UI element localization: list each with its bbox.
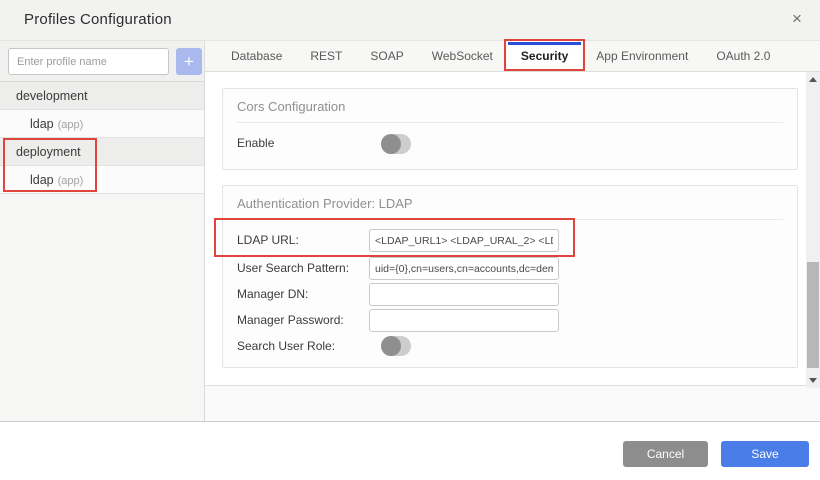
settings-tab-bar: Database REST SOAP WebSocket Security Ap…	[205, 41, 820, 72]
field-row-search-user-role: Search User Role:	[237, 335, 783, 358]
cancel-button[interactable]: Cancel	[623, 441, 708, 467]
add-profile-button[interactable]: +	[176, 48, 202, 75]
tab-security-label: Security	[521, 49, 568, 63]
tab-oauth[interactable]: OAuth 2.0	[702, 41, 784, 71]
profile-suffix: (app)	[58, 175, 84, 187]
manager-dn-label: Manager DN:	[237, 283, 308, 306]
tab-rest[interactable]: REST	[296, 41, 356, 71]
authentication-provider-card: Authentication Provider: LDAP LDAP URL: …	[222, 185, 798, 368]
toggle-knob	[381, 134, 401, 154]
dialog-titlebar: Profiles Configuration ×	[0, 0, 820, 41]
section-divider	[237, 219, 783, 220]
save-button[interactable]: Save	[721, 441, 809, 467]
scroll-up-icon[interactable]	[806, 74, 820, 86]
profile-label: ldap	[30, 117, 54, 131]
profile-add-bar: +	[0, 41, 204, 82]
cors-section-title: Cors Configuration	[223, 89, 797, 114]
profiles-sidebar: + development ldap (app) deployment ldap (…	[0, 41, 205, 421]
tab-database[interactable]: Database	[217, 41, 296, 71]
close-icon[interactable]: ×	[787, 9, 807, 29]
enable-label: Enable	[237, 133, 274, 153]
tab-security[interactable]: Security	[507, 41, 582, 71]
field-row-manager-password: Manager Password:	[237, 309, 783, 332]
profile-name-input[interactable]	[8, 48, 169, 75]
search-user-role-label: Search User Role:	[237, 335, 335, 358]
sidebar-item-development[interactable]: development	[0, 82, 204, 110]
sidebar-item-ldap-development[interactable]: ldap (app)	[0, 110, 204, 138]
field-row-manager-dn: Manager DN:	[237, 283, 783, 306]
profile-list: development ldap (app) deployment ldap (ap…	[0, 82, 204, 194]
dialog-actions: Cancel Save	[623, 441, 809, 467]
profile-settings-panel: Database REST SOAP WebSocket Security Ap…	[205, 41, 820, 421]
tab-panel-footer	[205, 385, 820, 421]
cors-configuration-card: Cors Configuration Enable	[222, 88, 798, 170]
triangle-down-icon	[809, 378, 817, 383]
ldap-url-input[interactable]	[369, 229, 559, 252]
field-row-enable: Enable	[237, 133, 783, 156]
dialog-title: Profiles Configuration	[24, 11, 172, 28]
triangle-up-icon	[809, 77, 817, 82]
user-search-pattern-input[interactable]	[369, 257, 559, 280]
profile-suffix: (app)	[58, 119, 84, 131]
active-tab-indicator	[508, 42, 581, 45]
profile-label: ldap	[30, 173, 54, 187]
manager-dn-input[interactable]	[369, 283, 559, 306]
security-tab-content: Cors Configuration Enable Authentication…	[205, 72, 820, 385]
dialog-bottom-border	[0, 421, 820, 422]
sidebar-item-ldap-deployment[interactable]: ldap (app)	[0, 166, 204, 194]
cors-enable-toggle[interactable]	[381, 134, 411, 154]
scroll-down-icon[interactable]	[806, 374, 820, 386]
profile-label: development	[16, 89, 88, 103]
toggle-knob	[381, 336, 401, 356]
field-row-ldap-url: LDAP URL:	[237, 229, 783, 252]
tab-soap[interactable]: SOAP	[356, 41, 417, 71]
tab-app-environment[interactable]: App Environment	[582, 41, 702, 71]
search-user-role-toggle[interactable]	[381, 336, 411, 356]
sidebar-item-deployment[interactable]: deployment	[0, 138, 204, 166]
user-search-pattern-label: User Search Pattern:	[237, 257, 349, 280]
scrollbar-thumb[interactable]	[807, 262, 819, 368]
manager-password-input[interactable]	[369, 309, 559, 332]
vertical-scrollbar[interactable]	[806, 72, 820, 388]
tab-websocket[interactable]: WebSocket	[418, 41, 507, 71]
profiles-configuration-dialog: Profiles Configuration × + development l…	[0, 0, 820, 480]
field-row-user-search-pattern: User Search Pattern:	[237, 257, 783, 280]
ldap-url-label: LDAP URL:	[237, 229, 299, 252]
auth-section-title: Authentication Provider: LDAP	[223, 186, 797, 211]
manager-password-label: Manager Password:	[237, 309, 344, 332]
section-divider	[237, 122, 783, 123]
profile-label: deployment	[16, 145, 81, 159]
